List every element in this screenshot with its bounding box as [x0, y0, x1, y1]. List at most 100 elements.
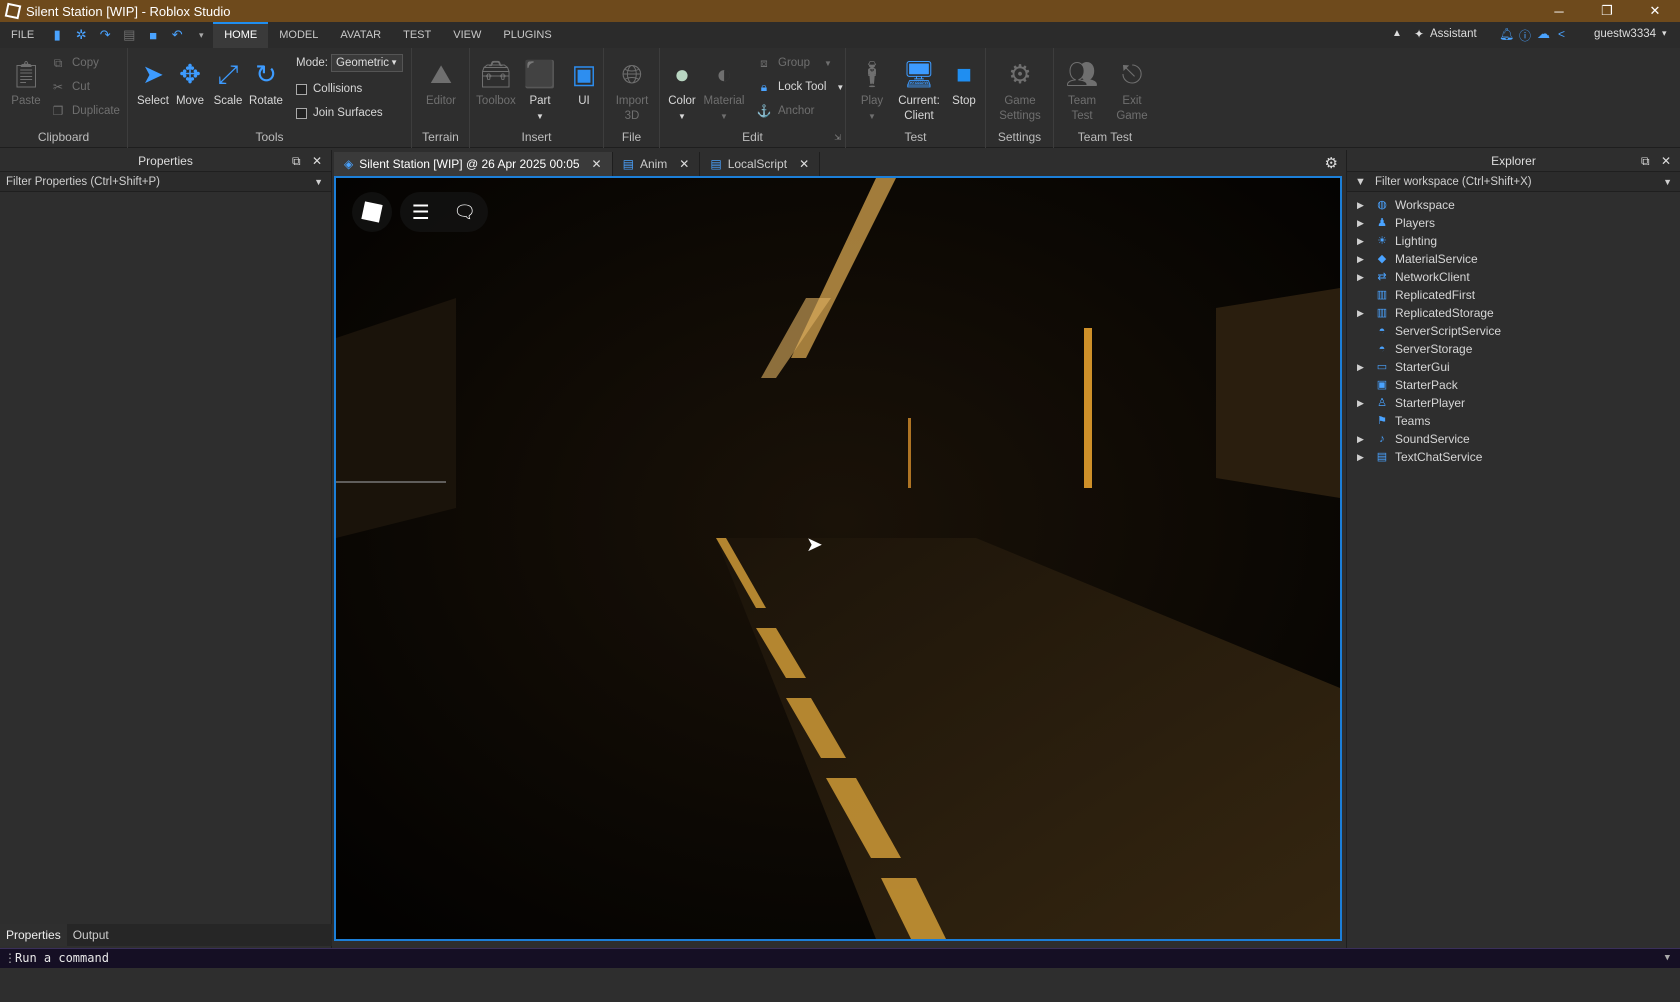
new-file-icon[interactable]: ▮	[49, 27, 65, 43]
tab-model[interactable]: MODEL	[268, 22, 329, 48]
expand-arrow-icon[interactable]: ▶	[1357, 214, 1364, 232]
assistant-button[interactable]: Assistant	[1430, 28, 1477, 40]
expand-arrow-icon[interactable]: ▶	[1357, 268, 1364, 286]
tab-avatar[interactable]: AVATAR	[329, 22, 392, 48]
material-button[interactable]: ◐ Material ▼	[702, 58, 746, 124]
join-surfaces-checkbox[interactable]: Join Surfaces	[296, 104, 383, 122]
explorer-item-workspace[interactable]: ▶ ◍ Workspace	[1347, 196, 1680, 214]
publish-icon[interactable]: ✲	[73, 27, 89, 43]
explorer-item-soundservice[interactable]: ▶ ♪ SoundService	[1347, 430, 1680, 448]
stop-button[interactable]: ■ Stop	[942, 58, 986, 109]
join-surfaces-check-box[interactable]	[296, 107, 307, 119]
explorer-item-lighting[interactable]: ▶ ☀ Lighting	[1347, 232, 1680, 250]
assistant-sparkle-icon[interactable]: ✦	[1414, 27, 1424, 41]
collisions-check-box[interactable]	[296, 83, 307, 95]
close-tab-icon[interactable]: ✕	[799, 152, 809, 176]
copy-button[interactable]: ⧉ Copy	[50, 54, 99, 72]
terrain-editor-button[interactable]: ⛰ Editor	[419, 58, 463, 109]
chevron-down-icon[interactable]: ▼	[1665, 949, 1670, 967]
close-tab-icon[interactable]: ✕	[679, 152, 689, 176]
lock-tool-dropdown-icon[interactable]: ▼	[836, 83, 844, 92]
chat-icon[interactable]: 🗨︎	[453, 202, 476, 223]
duplicate-button[interactable]: ❐ Duplicate	[50, 102, 120, 120]
hamburger-menu-icon[interactable]: ☰	[412, 200, 430, 225]
color-button[interactable]: ● Color ▼	[660, 58, 704, 124]
close-window-button[interactable]: ✕	[1632, 0, 1678, 22]
anchor-button[interactable]: ⚓ Anchor	[756, 102, 815, 120]
paste-button[interactable]: 📋︎ Paste	[4, 58, 48, 109]
collapse-ribbon-icon[interactable]: ▲	[1392, 28, 1402, 39]
explorer-item-startergui[interactable]: ▶ ▭ StarterGui	[1347, 358, 1680, 376]
drag-handle-icon[interactable]: ⋮	[4, 949, 16, 967]
tab-view[interactable]: VIEW	[442, 22, 492, 48]
tab-output[interactable]: Output	[67, 924, 115, 946]
import-3d-button[interactable]: 🌐︎ Import 3D	[610, 58, 654, 124]
doc-tab-localscript[interactable]: ▤ LocalScript ✕	[700, 152, 821, 176]
file-menu[interactable]: FILE	[0, 22, 45, 48]
close-tab-icon[interactable]: ✕	[592, 152, 602, 176]
info-icon[interactable]: ⓘ	[1519, 27, 1531, 44]
material-dropdown-icon[interactable]: ▼	[702, 109, 746, 124]
game-settings-button[interactable]: ⚙ Game Settings	[996, 58, 1044, 124]
explorer-filter-input[interactable]: ▼ Filter workspace (Ctrl+Shift+X) ▼	[1347, 172, 1680, 192]
tab-properties[interactable]: Properties	[0, 924, 67, 946]
expand-arrow-icon[interactable]: ▶	[1357, 250, 1364, 268]
tab-test[interactable]: TEST	[392, 22, 442, 48]
team-test-button[interactable]: 👥︎ Team Test	[1060, 58, 1104, 124]
expand-arrow-icon[interactable]: ▶	[1357, 358, 1364, 376]
share-icon[interactable]: <	[1558, 27, 1565, 41]
filter-funnel-icon[interactable]: ▼	[1355, 172, 1366, 192]
expand-arrow-icon[interactable]: ▶	[1357, 232, 1364, 250]
explorer-item-starterplayer[interactable]: ▶ ♙ StarterPlayer	[1347, 394, 1680, 412]
expand-arrow-icon[interactable]: ▶	[1357, 394, 1364, 412]
color-dropdown-icon[interactable]: ▼	[660, 109, 704, 124]
play-button[interactable]: 🕴︎ Play ▼	[850, 58, 894, 124]
command-bar[interactable]: ⋮ Run a command ▼	[0, 948, 1680, 968]
rotate-button[interactable]: ↻ Rotate	[244, 58, 288, 109]
cut-button[interactable]: ✂ Cut	[50, 78, 90, 96]
explorer-item-replicatedstorage[interactable]: ▶ ▥ ReplicatedStorage	[1347, 304, 1680, 322]
undo-icon[interactable]: ↶	[169, 27, 185, 43]
doc-tab-place[interactable]: ◈ Silent Station [WIP] @ 26 Apr 2025 00:0…	[334, 152, 613, 176]
current-client-button[interactable]: 🖥︎ Current: Client	[894, 58, 944, 124]
tab-home[interactable]: HOME	[213, 22, 269, 48]
group-button[interactable]: ⧈ Group ▼	[756, 54, 832, 72]
explorer-item-serverscriptservice[interactable]: ◓ ServerScriptService	[1347, 322, 1680, 340]
minimize-button[interactable]: ─	[1536, 0, 1582, 22]
game-viewport[interactable]: ☰ 🗨︎ ➤	[334, 176, 1342, 941]
cloud-icon[interactable]: ☁	[1537, 26, 1550, 42]
chevron-down-icon[interactable]: ▼	[1663, 172, 1672, 192]
user-account-button[interactable]: guestw3334	[1594, 28, 1656, 40]
mode-dropdown[interactable]: Geometric ▼	[331, 54, 403, 72]
expand-arrow-icon[interactable]: ▶	[1357, 196, 1364, 214]
explorer-item-materialservice[interactable]: ▶ ◆ MaterialService	[1347, 250, 1680, 268]
explorer-item-textchatservice[interactable]: ▶ ▤ TextChatService	[1347, 448, 1680, 466]
group-dropdown-icon[interactable]: ▼	[824, 59, 832, 68]
undock-icon[interactable]: ⧉	[1641, 150, 1650, 172]
expand-arrow-icon[interactable]: ▶	[1357, 304, 1364, 322]
disabled-tool-icon[interactable]: ▤	[121, 27, 137, 43]
lock-tool-button[interactable]: 🔒︎ Lock Tool ▼	[756, 78, 845, 96]
expand-arrow-icon[interactable]: ▶	[1357, 430, 1364, 448]
roblox-menu-button[interactable]	[352, 192, 392, 232]
play-dropdown-icon[interactable]: ▼	[850, 109, 894, 124]
ui-button[interactable]: ▣ UI	[562, 58, 606, 109]
quick-access-dropdown-icon[interactable]: ▾	[193, 27, 209, 43]
maximize-button[interactable]: ❐	[1584, 0, 1630, 22]
explorer-item-starterpack[interactable]: ▣ StarterPack	[1347, 376, 1680, 394]
user-dropdown-icon[interactable]: ▾	[1662, 28, 1667, 39]
close-panel-icon[interactable]: ✕	[312, 150, 322, 172]
tab-plugins[interactable]: PLUGINS	[492, 22, 562, 48]
explorer-item-networkclient[interactable]: ▶ ⇄ NetworkClient	[1347, 268, 1680, 286]
viewport-settings-gear-icon[interactable]: ⚙	[1325, 154, 1338, 172]
notifications-icon[interactable]: 🔔︎	[1499, 27, 1514, 41]
toolbox-button[interactable]: 🧰︎ Toolbox	[474, 58, 518, 109]
close-panel-icon[interactable]: ✕	[1661, 150, 1671, 172]
explorer-item-replicatedfirst[interactable]: ▥ ReplicatedFirst	[1347, 286, 1680, 304]
explorer-item-serverstorage[interactable]: ◓ ServerStorage	[1347, 340, 1680, 358]
stop-square-icon[interactable]: ■	[145, 27, 161, 43]
redo-share-icon[interactable]: ↷	[97, 27, 113, 43]
expand-arrow-icon[interactable]: ▶	[1357, 448, 1364, 466]
chevron-down-icon[interactable]: ▼	[314, 172, 323, 192]
doc-tab-anim[interactable]: ▤ Anim ✕	[612, 152, 701, 176]
